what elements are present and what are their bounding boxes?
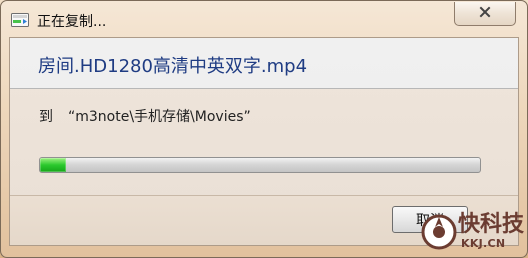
- destination-label: 到: [39, 109, 53, 125]
- window-title: 正在复制...: [37, 14, 107, 30]
- destination-row: 到 “m3note\手机存储\Movies”: [39, 106, 251, 126]
- watermark-main-text: 快科技: [458, 212, 525, 237]
- progress-fill: [40, 158, 67, 172]
- destination-path: “m3note\手机存储\Movies”: [68, 109, 251, 125]
- title-bar: 正在复制...: [1, 1, 527, 37]
- file-name: 房间.HD1280高清中英双字.mp4: [38, 56, 308, 77]
- close-icon: [478, 5, 492, 22]
- file-header: 房间.HD1280高清中英双字.mp4: [10, 38, 518, 89]
- copy-progress-icon: [11, 12, 29, 27]
- close-button[interactable]: [454, 2, 516, 26]
- watermark: 快科技 KKJ.CN: [420, 212, 525, 251]
- watermark-sub-text: KKJ.CN: [461, 237, 506, 250]
- watermark-mark: [420, 213, 458, 251]
- progress-bar: [39, 157, 481, 173]
- copy-progress-dialog: 正在复制... 房间.HD1280高清中英双字.mp4 到 “m3note\手机…: [0, 0, 528, 258]
